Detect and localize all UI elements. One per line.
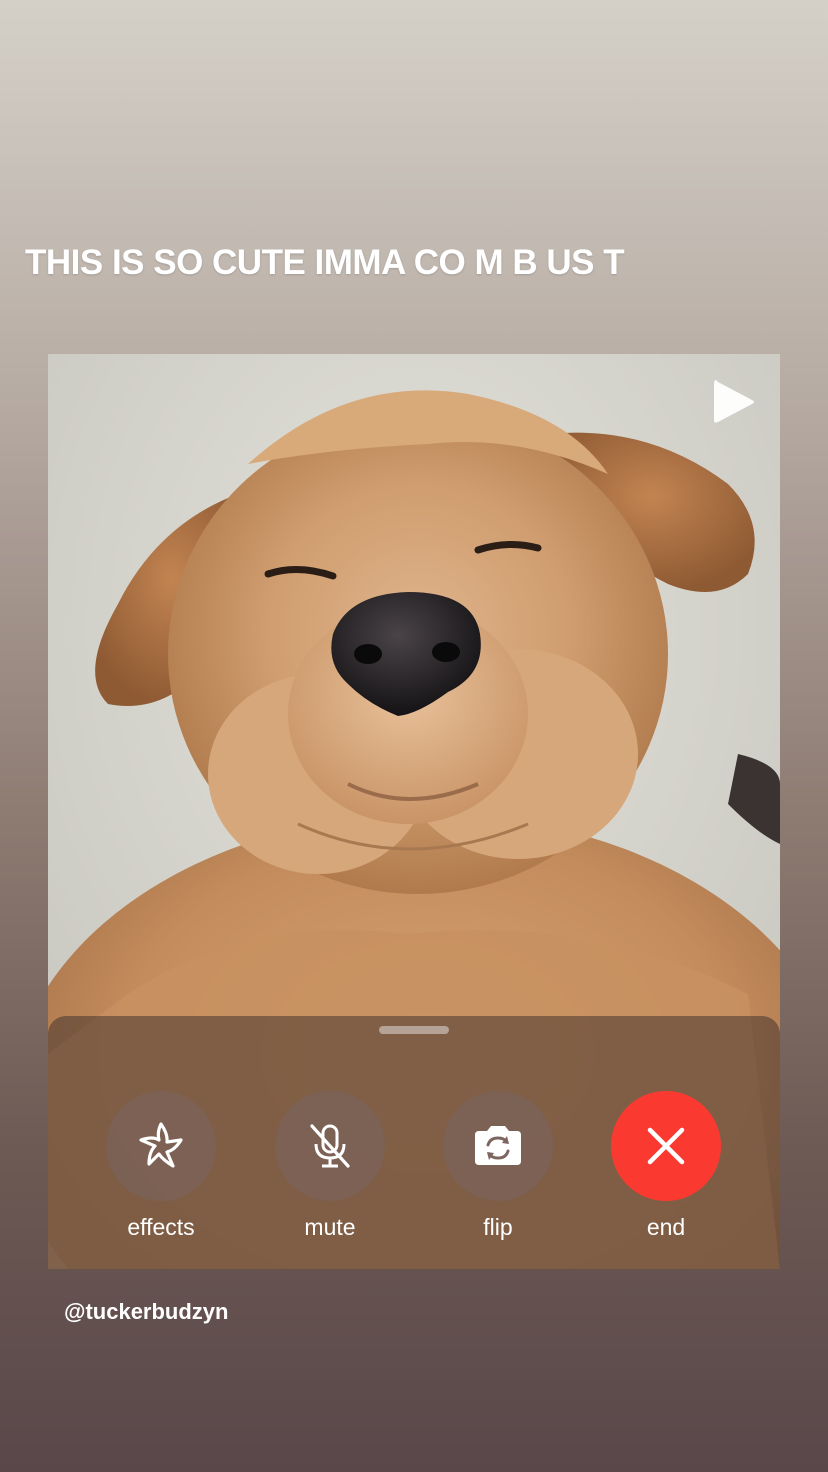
facetime-video-card[interactable]: effects mute flip end (48, 354, 780, 1269)
play-button[interactable] (706, 376, 758, 428)
flip-label: flip (483, 1214, 513, 1240)
mic-slash-icon (310, 1124, 350, 1168)
mute-button[interactable] (275, 1091, 385, 1201)
story-caption: THIS IS SO CUTE IMMA CO M B US T (25, 243, 625, 282)
end-control[interactable]: end (611, 1091, 721, 1241)
end-call-button[interactable] (611, 1091, 721, 1201)
effects-control[interactable]: effects (106, 1091, 216, 1241)
camera-flip-icon (475, 1126, 521, 1165)
star-effects-icon (139, 1122, 183, 1168)
panel-grabber[interactable] (379, 1026, 449, 1034)
effects-label: effects (127, 1214, 195, 1240)
flip-button[interactable] (443, 1091, 553, 1201)
play-icon (714, 380, 754, 423)
call-controls-panel: effects mute flip end (48, 1016, 780, 1269)
flip-control[interactable]: flip (443, 1091, 553, 1241)
mute-control[interactable]: mute (275, 1091, 385, 1241)
effects-button[interactable] (106, 1091, 216, 1201)
mute-label: mute (304, 1214, 356, 1240)
close-icon (647, 1127, 685, 1165)
credit-handle[interactable]: @tuckerbudzyn (64, 1299, 228, 1325)
end-label: end (646, 1214, 686, 1240)
